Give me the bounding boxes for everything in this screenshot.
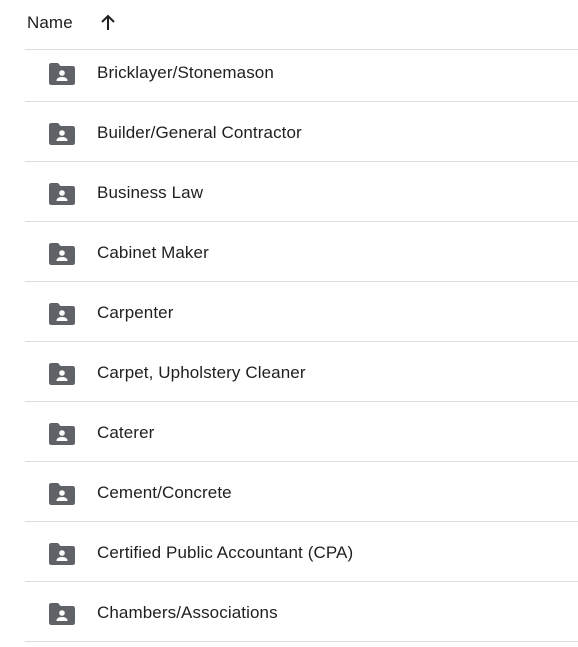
- folder-name: Carpenter: [97, 303, 174, 322]
- shared-folder-icon: [49, 483, 75, 505]
- list-item[interactable]: Bricklayer/Stonemason: [25, 50, 578, 102]
- shared-folder-icon: [49, 243, 75, 265]
- list-item[interactable]: Business Law: [25, 162, 578, 222]
- shared-folder-icon: [49, 423, 75, 445]
- folder-list: Bricklayer/Stonemason Builder/General Co…: [25, 50, 578, 642]
- list-item[interactable]: Caterer: [25, 402, 578, 462]
- shared-folder-icon: [49, 363, 75, 385]
- folder-name: Bricklayer/Stonemason: [97, 63, 274, 82]
- folder-name: Cabinet Maker: [97, 243, 209, 262]
- list-item[interactable]: Cabinet Maker: [25, 222, 578, 282]
- shared-folder-icon: [49, 543, 75, 565]
- shared-folder-icon: [49, 63, 75, 85]
- folder-name: Cement/Concrete: [97, 483, 232, 502]
- folder-name: Certified Public Accountant (CPA): [97, 543, 354, 562]
- name-column-label: Name: [27, 13, 73, 32]
- list-item[interactable]: Carpenter: [25, 282, 578, 342]
- arrow-up-icon[interactable]: [99, 14, 117, 32]
- folder-name: Builder/General Contractor: [97, 123, 302, 142]
- list-item[interactable]: Certified Public Accountant (CPA): [25, 522, 578, 582]
- folder-name: Carpet, Upholstery Cleaner: [97, 363, 306, 382]
- shared-folder-icon: [49, 123, 75, 145]
- list-item[interactable]: Carpet, Upholstery Cleaner: [25, 342, 578, 402]
- shared-folder-icon: [49, 183, 75, 205]
- folder-name: Business Law: [97, 183, 204, 202]
- shared-folder-icon: [49, 603, 75, 625]
- list-header: Name: [25, 0, 578, 50]
- list-item[interactable]: Chambers/Associations: [25, 582, 578, 642]
- list-item[interactable]: Builder/General Contractor: [25, 102, 578, 162]
- folder-name: Caterer: [97, 423, 155, 442]
- folder-name: Chambers/Associations: [97, 603, 278, 622]
- list-item[interactable]: Cement/Concrete: [25, 462, 578, 522]
- shared-folder-icon: [49, 303, 75, 325]
- name-column-header[interactable]: Name: [27, 13, 117, 33]
